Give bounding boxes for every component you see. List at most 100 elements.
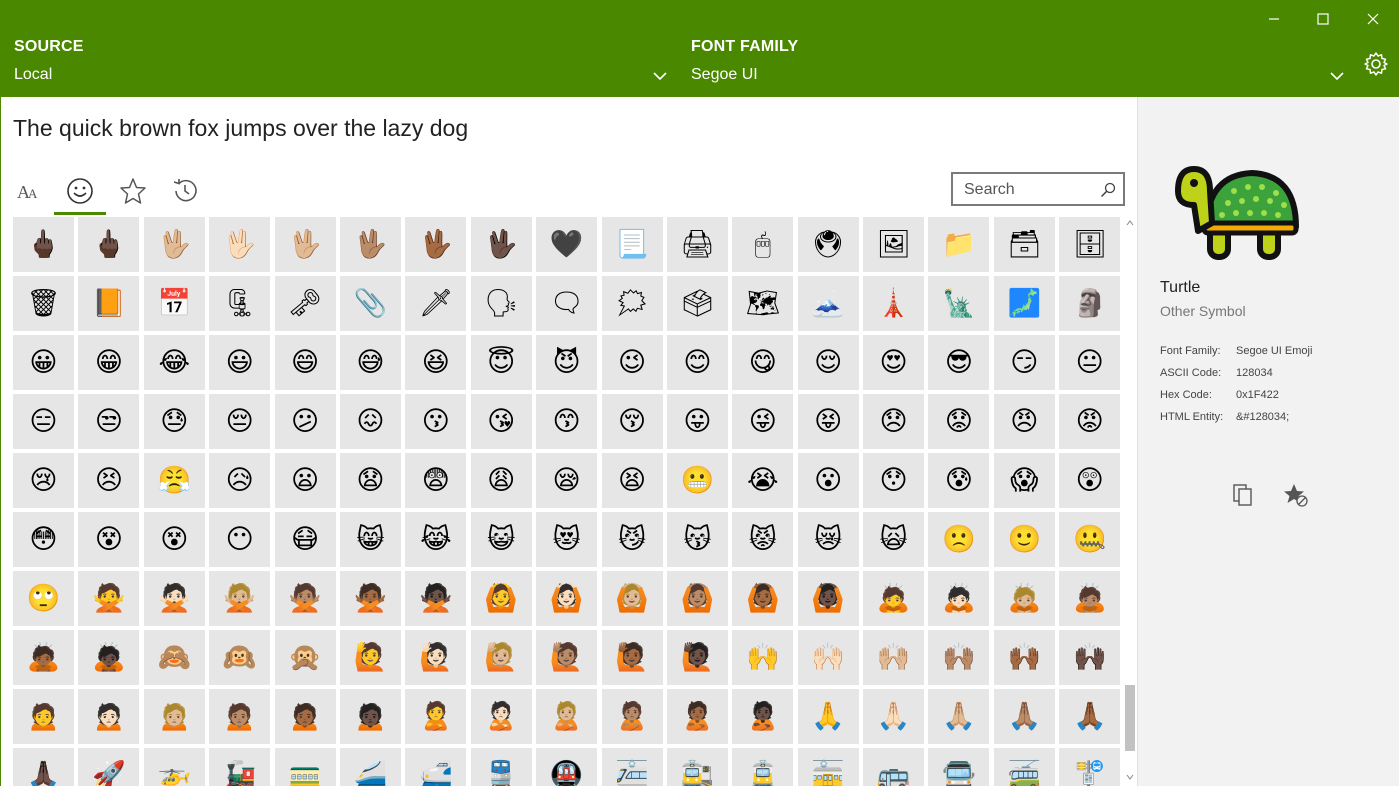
glyph-cell[interactable]: 😊: [666, 335, 728, 390]
glyph-cell[interactable]: 🙌🏽: [928, 630, 990, 685]
glyph-cell[interactable]: 🙇🏿: [78, 630, 140, 685]
tab-favorites[interactable]: [107, 167, 159, 215]
glyph-cell[interactable]: 😳: [13, 512, 74, 567]
glyph-cell[interactable]: 🗺: [732, 276, 794, 331]
search-input[interactable]: Search: [951, 172, 1125, 206]
glyph-cell[interactable]: 😖: [339, 394, 401, 449]
glyph-cell[interactable]: 😑: [13, 394, 74, 449]
glyph-cell[interactable]: 😼: [601, 512, 663, 567]
glyph-cell[interactable]: 🚈: [601, 748, 663, 786]
glyph-cell[interactable]: 🙏🏿: [13, 748, 74, 786]
glyph-cell[interactable]: 🙌🏾: [993, 630, 1055, 685]
glyph-cell[interactable]: 🖖🏼: [274, 217, 336, 272]
glyph-cell[interactable]: 🤐: [1059, 512, 1121, 567]
glyph-cell[interactable]: 😱: [993, 453, 1055, 508]
glyph-cell[interactable]: 📁: [928, 217, 990, 272]
glyph-cell[interactable]: 😰: [928, 453, 990, 508]
glyph-cell[interactable]: 🗑: [13, 276, 74, 331]
glyph-cell[interactable]: 📙: [78, 276, 140, 331]
glyph-cell[interactable]: 😬: [666, 453, 728, 508]
glyph-cell[interactable]: 😲: [1059, 453, 1121, 508]
glyph-cell[interactable]: 🗯: [601, 276, 663, 331]
glyph-cell[interactable]: 🙌: [732, 630, 794, 685]
glyph-cell[interactable]: 😗: [405, 394, 467, 449]
glyph-cell[interactable]: 😉: [601, 335, 663, 390]
glyph-cell[interactable]: 😕: [274, 394, 336, 449]
glyph-cell[interactable]: 😦: [274, 453, 336, 508]
glyph-cell[interactable]: 🚃: [274, 748, 336, 786]
glyph-cell[interactable]: 😒: [78, 394, 140, 449]
glyph-cell[interactable]: 🚉: [666, 748, 728, 786]
glyph-cell[interactable]: 🙁: [928, 512, 990, 567]
maximize-button[interactable]: [1300, 5, 1346, 33]
glyph-cell[interactable]: 🙅🏾: [339, 571, 401, 626]
glyph-cell[interactable]: 😢: [13, 453, 74, 508]
glyph-cell[interactable]: 🙈: [143, 630, 205, 685]
glyph-cell[interactable]: 🖕🏿: [78, 217, 140, 272]
glyph-cell[interactable]: 📎: [339, 276, 401, 331]
glyph-cell[interactable]: 🖖🏻: [209, 217, 271, 272]
glyph-cell[interactable]: 🙅🏿: [405, 571, 467, 626]
glyph-cell[interactable]: 🙎🏻: [470, 689, 532, 744]
glyph-cell[interactable]: 😚: [601, 394, 663, 449]
glyph-cell[interactable]: 😘: [470, 394, 532, 449]
glyph-cell[interactable]: 🙋: [339, 630, 401, 685]
glyph-cell[interactable]: 🙇🏾: [13, 630, 74, 685]
glyph-cell[interactable]: 🗿: [1059, 276, 1121, 331]
glyph-cell[interactable]: 🙋🏿: [666, 630, 728, 685]
chevron-down-icon[interactable]: [1330, 69, 1344, 83]
search-icon[interactable]: [1100, 182, 1116, 198]
glyph-cell[interactable]: 😈: [536, 335, 598, 390]
vertical-scrollbar[interactable]: [1123, 217, 1137, 786]
glyph-cell[interactable]: 🙋🏼: [470, 630, 532, 685]
glyph-cell[interactable]: 🙆: [470, 571, 532, 626]
glyph-cell[interactable]: 😵: [143, 512, 205, 567]
glyph-cell[interactable]: 🚎: [993, 748, 1055, 786]
glyph-cell[interactable]: 🖖🏽: [339, 217, 401, 272]
scroll-up-icon[interactable]: [1126, 219, 1134, 227]
glyph-cell[interactable]: 🙋🏾: [601, 630, 663, 685]
glyph-cell[interactable]: 🙆🏿: [797, 571, 859, 626]
glyph-cell[interactable]: 🙎🏼: [536, 689, 598, 744]
glyph-cell[interactable]: 🙄: [13, 571, 74, 626]
glyph-cell[interactable]: 🚏: [1059, 748, 1121, 786]
glyph-cell[interactable]: 🗻: [797, 276, 859, 331]
glyph-cell[interactable]: 🚂: [209, 748, 271, 786]
glyph-cell[interactable]: 🙌🏻: [797, 630, 859, 685]
glyph-cell[interactable]: 😃: [209, 335, 271, 390]
glyph-cell[interactable]: 😇: [470, 335, 532, 390]
add-favorite-button[interactable]: [1282, 481, 1310, 509]
copy-button[interactable]: [1229, 481, 1257, 509]
glyph-cell[interactable]: 😔: [209, 394, 271, 449]
glyph-cell[interactable]: 🚄: [339, 748, 401, 786]
glyph-cell[interactable]: 😀: [13, 335, 74, 390]
glyph-cell[interactable]: 🗡: [405, 276, 467, 331]
tab-history[interactable]: [159, 167, 211, 215]
glyph-cell[interactable]: 😵: [78, 512, 140, 567]
glyph-cell[interactable]: 😡: [1059, 394, 1121, 449]
glyph-cell[interactable]: 😙: [536, 394, 598, 449]
glyph-cell[interactable]: 😷: [274, 512, 336, 567]
glyph-cell[interactable]: 🙀: [863, 512, 925, 567]
glyph-cell[interactable]: 📃: [601, 217, 663, 272]
glyph-cell[interactable]: 🙇🏼: [993, 571, 1055, 626]
glyph-cell[interactable]: 🗾: [993, 276, 1055, 331]
glyph-cell[interactable]: 😟: [928, 394, 990, 449]
glyph-cell[interactable]: 🙅: [78, 571, 140, 626]
glyph-cell[interactable]: 🖕🏿: [13, 217, 74, 272]
glyph-cell[interactable]: 😪: [536, 453, 598, 508]
glyph-cell[interactable]: 🙇: [863, 571, 925, 626]
glyph-cell[interactable]: 😯: [863, 453, 925, 508]
glyph-cell[interactable]: 😣: [78, 453, 140, 508]
glyph-cell[interactable]: 🖖🏿: [470, 217, 532, 272]
glyph-cell[interactable]: 🗝: [274, 276, 336, 331]
glyph-cell[interactable]: 😹: [405, 512, 467, 567]
glyph-cell[interactable]: 🖲: [797, 217, 859, 272]
glyph-cell[interactable]: 🙊: [274, 630, 336, 685]
glyph-cell[interactable]: 🙆🏾: [732, 571, 794, 626]
preview-text[interactable]: The quick brown fox jumps over the lazy …: [13, 115, 468, 142]
glyph-cell[interactable]: 😽: [666, 512, 728, 567]
glyph-cell[interactable]: 🗽: [928, 276, 990, 331]
detail-value[interactable]: 128034: [1236, 367, 1273, 379]
glyph-cell[interactable]: 🖨: [666, 217, 728, 272]
